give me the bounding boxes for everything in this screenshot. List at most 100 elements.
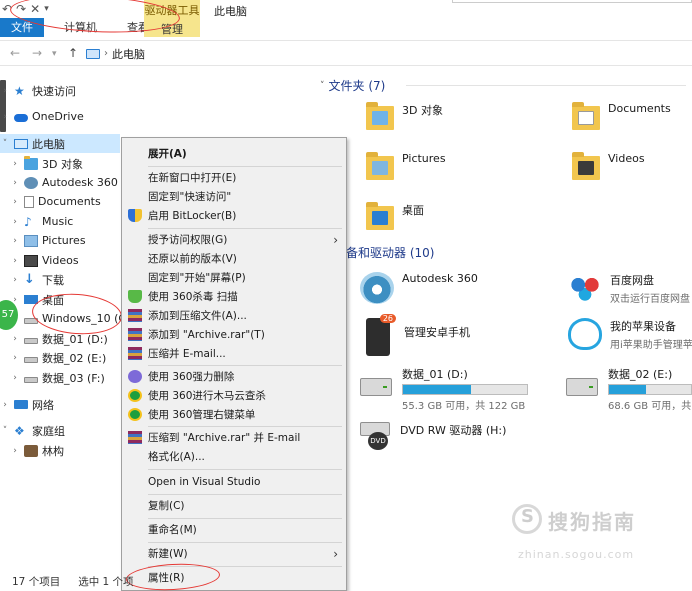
nav-downloads[interactable]: › ↓ 下载 xyxy=(10,270,64,289)
nav-label: OneDrive xyxy=(32,110,84,123)
chevron-right-icon[interactable]: › xyxy=(10,197,20,207)
devices-section-header[interactable]: 备和驱动器 (10) xyxy=(346,244,434,261)
menu-restore-versions[interactable]: 还原以前的版本(V) xyxy=(122,249,346,268)
winrar-icon xyxy=(128,309,142,322)
star-icon: ★ xyxy=(14,83,25,98)
folders-section-header[interactable]: ˅ 文件夹 (7) xyxy=(320,77,385,94)
address-bar: ← → ▾ ↑ › 此电脑 xyxy=(0,40,692,66)
menu-add-archive-rar[interactable]: 添加到 "Archive.rar"(T) xyxy=(122,325,346,344)
menu-open-new-window[interactable]: 在新窗口中打开(E) xyxy=(122,168,346,187)
chevron-right-icon[interactable]: › xyxy=(0,86,10,96)
menu-format[interactable]: 格式化(A)... xyxy=(122,447,346,466)
device-android[interactable]: 26 管理安卓手机 xyxy=(366,314,470,356)
menu-360-force-delete[interactable]: 使用 360强力删除 xyxy=(122,367,346,386)
menu-360-trojan[interactable]: 使用 360进行木马云查杀 xyxy=(122,386,346,405)
nav-autodesk[interactable]: › Autodesk 360 xyxy=(10,173,118,192)
redo-icon[interactable]: ↷ xyxy=(16,2,26,16)
menu-compress-rar-email[interactable]: 压缩到 "Archive.rar" 并 E-mail xyxy=(122,428,346,447)
breadcrumb-this-pc[interactable]: 此电脑 xyxy=(112,46,145,62)
computer-icon xyxy=(86,48,100,59)
nav-drive-d[interactable]: › 数据_01 (D:) xyxy=(10,329,108,348)
watermark-url: zhinan.sogou.com xyxy=(518,548,635,561)
delete-icon[interactable]: ✕ xyxy=(30,2,40,16)
drive-e-tile[interactable]: 数据_02 (E:) 68.6 GB 可用，共 xyxy=(566,366,692,412)
nav-homegroup[interactable]: ˅ ❖ 家庭组 xyxy=(0,421,65,440)
chevron-right-icon[interactable]: › xyxy=(10,373,20,383)
nav-drive-e[interactable]: › 数据_02 (E:) xyxy=(10,348,106,367)
menu-label: 固定到"开始"屏幕(P) xyxy=(148,272,246,284)
chevron-right-icon[interactable]: › xyxy=(10,256,20,266)
folder-icon xyxy=(366,202,394,230)
chevron-right-icon[interactable]: › xyxy=(10,178,20,188)
menu-grant-access[interactable]: 授予访问权限(G) › xyxy=(122,230,346,249)
nav-3d-objects[interactable]: › 3D 对象 xyxy=(10,154,83,173)
chevron-right-icon[interactable]: › xyxy=(10,446,20,456)
nav-label: 数据_02 (E:) xyxy=(42,351,107,365)
menu-label: 压缩并 E-mail... xyxy=(148,348,226,360)
videos-icon xyxy=(24,254,38,267)
nav-drive-c[interactable]: › Windows_10 (C:) xyxy=(10,309,134,328)
chevron-right-icon[interactable]: › xyxy=(0,400,10,410)
section-title: 文件夹 (7) xyxy=(328,79,386,93)
back-button[interactable]: ← xyxy=(10,46,20,60)
menu-pin-start[interactable]: 固定到"开始"屏幕(P) xyxy=(122,268,346,287)
recent-locations-icon[interactable]: ▾ xyxy=(52,49,57,59)
menu-open-vs[interactable]: Open in Visual Studio xyxy=(122,472,346,491)
chevron-down-icon[interactable]: ˅ xyxy=(0,426,10,436)
nav-this-pc[interactable]: ˅ 此电脑 xyxy=(0,134,120,153)
folder-desktop[interactable]: 桌面 xyxy=(366,202,424,230)
chevron-right-icon[interactable]: › xyxy=(10,236,20,246)
chevron-right-icon[interactable]: › xyxy=(10,217,20,227)
nav-desktop[interactable]: › 桌面 xyxy=(10,290,64,309)
nav-network[interactable]: › 网络 xyxy=(0,395,54,414)
menu-new[interactable]: 新建(W) › xyxy=(122,544,346,563)
drive-d-tile[interactable]: 数据_01 (D:) 55.3 GB 可用，共 122 GB xyxy=(360,366,528,412)
menu-separator xyxy=(148,542,342,543)
nav-pictures[interactable]: › Pictures xyxy=(10,231,85,250)
tile-label: 数据_01 (D:) xyxy=(402,368,468,381)
music-icon: ♪ xyxy=(24,214,32,229)
nav-documents[interactable]: › Documents xyxy=(10,192,101,211)
nav-music[interactable]: › ♪ Music xyxy=(10,212,73,231)
undo-icon[interactable]: ↶ xyxy=(2,2,12,16)
device-apple[interactable]: 我的苹果设备 用i苹果助手管理苹 xyxy=(568,318,692,351)
nav-quick-access[interactable]: › ★ 快速访问 xyxy=(0,81,76,100)
folder-pictures[interactable]: Pictures xyxy=(366,152,446,180)
folder-videos[interactable]: Videos xyxy=(572,152,645,180)
tab-computer[interactable]: 计算机 xyxy=(52,18,109,37)
folder-3d-objects[interactable]: 3D 对象 xyxy=(366,102,443,130)
up-button[interactable]: ↑ xyxy=(68,46,78,60)
nav-drive-f[interactable]: › 数据_03 (F:) xyxy=(10,368,105,387)
menu-360-scan[interactable]: 使用 360杀毒 扫描 xyxy=(122,287,346,306)
chevron-down-icon[interactable]: ˅ xyxy=(320,81,325,91)
device-autodesk[interactable]: Autodesk 360 xyxy=(360,272,478,304)
tab-file[interactable]: 文件 xyxy=(0,18,44,37)
menu-add-archive[interactable]: 添加到压缩文件(A)... xyxy=(122,306,346,325)
forward-button[interactable]: → xyxy=(32,46,42,60)
menu-bitlocker[interactable]: 启用 BitLocker(B) xyxy=(122,206,346,225)
menu-expand[interactable]: 展开(A) xyxy=(122,144,346,163)
dvd-drive-tile[interactable]: DVD DVD RW 驱动器 (H:) xyxy=(360,420,506,450)
chevron-right-icon[interactable]: › xyxy=(10,334,20,344)
menu-360-manage[interactable]: 使用 360管理右键菜单 xyxy=(122,405,346,424)
folder-documents[interactable]: Documents xyxy=(572,102,671,130)
device-baidu[interactable]: 百度网盘 双击运行百度网盘 xyxy=(568,272,690,305)
drive-usage-bar xyxy=(402,384,528,395)
customize-toolbar-icon[interactable]: ▾ xyxy=(44,4,49,14)
chevron-right-icon[interactable]: › xyxy=(0,112,10,122)
nav-onedrive[interactable]: › OneDrive xyxy=(0,107,84,126)
chevron-right-icon[interactable]: › xyxy=(10,275,20,285)
menu-pin-quick-access[interactable]: 固定到"快速访问" xyxy=(122,187,346,206)
menu-rename[interactable]: 重命名(M) xyxy=(122,520,346,539)
chevron-right-icon[interactable]: › xyxy=(10,353,20,363)
address-path[interactable]: › 此电脑 xyxy=(86,44,692,63)
tab-manage[interactable]: 管理 xyxy=(144,21,200,37)
nav-homegroup-user[interactable]: › 林构 xyxy=(10,441,64,460)
chevron-right-icon[interactable]: › xyxy=(10,159,20,169)
chevron-down-icon[interactable]: ˅ xyxy=(0,139,10,149)
menu-copy[interactable]: 复制(C) xyxy=(122,496,346,515)
drive-tools-group: 驱动器工具 管理 xyxy=(144,0,200,37)
menu-compress-email[interactable]: 压缩并 E-mail... xyxy=(122,344,346,363)
nav-videos[interactable]: › Videos xyxy=(10,251,78,270)
status-bar: 17 个项目 选中 1 个项 xyxy=(0,572,692,591)
